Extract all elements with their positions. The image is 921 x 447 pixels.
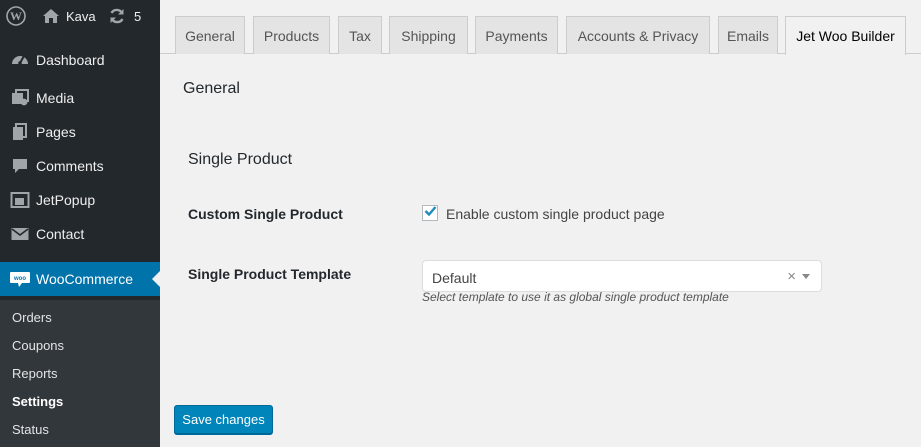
submenu-item-coupons[interactable]: Coupons <box>12 338 64 353</box>
site-name: Kava <box>66 8 96 24</box>
menu-item-label: Media <box>36 90 75 106</box>
comments-icon <box>0 156 36 176</box>
woocommerce-submenu: Orders Coupons Reports Settings Status <box>0 300 160 447</box>
menu-item-contact[interactable]: Contact <box>0 217 160 251</box>
tab-payments[interactable]: Payments <box>475 16 558 54</box>
admin-bar: W Kava 5 <box>0 0 160 32</box>
menu-item-dashboard[interactable]: Dashboard <box>0 43 160 77</box>
checkmark-icon <box>424 204 437 222</box>
tab-accounts-privacy[interactable]: Accounts & Privacy <box>566 16 710 54</box>
submenu-item-status[interactable]: Status <box>12 422 49 437</box>
tab-tax[interactable]: Tax <box>338 16 382 54</box>
menu-item-pages[interactable]: Pages <box>0 115 160 149</box>
select-value: Default <box>432 270 477 286</box>
template-description: Select template to use it as global sing… <box>422 290 729 304</box>
single-product-template-label: Single Product Template <box>188 266 352 282</box>
jetpopup-icon <box>0 190 36 210</box>
dashboard-icon <box>0 50 36 70</box>
custom-single-product-label: Custom Single Product <box>188 206 343 222</box>
tab-emails[interactable]: Emails <box>718 16 778 54</box>
updates-icon <box>108 7 126 25</box>
tab-jet-woo-builder[interactable]: Jet Woo Builder <box>785 16 906 55</box>
admin-sidebar: W Kava 5 Dashboard Media Pages Comments … <box>0 0 160 447</box>
custom-single-product-checkbox[interactable] <box>422 205 438 221</box>
chevron-down-icon[interactable] <box>802 274 810 279</box>
tab-general[interactable]: General <box>175 16 245 54</box>
menu-item-media[interactable]: Media <box>0 81 160 115</box>
submenu-item-settings[interactable]: Settings <box>12 394 63 409</box>
settings-tabs: General Products Tax Shipping Payments A… <box>160 0 921 55</box>
updates-link[interactable]: 5 <box>108 0 141 32</box>
wordpress-logo-icon[interactable]: W <box>6 0 26 32</box>
page-heading: General <box>183 80 240 97</box>
menu-item-label: JetPopup <box>36 192 96 208</box>
tab-products[interactable]: Products <box>253 16 330 54</box>
menu-item-comments[interactable]: Comments <box>0 149 160 183</box>
submenu-item-reports[interactable]: Reports <box>12 366 58 381</box>
pages-icon <box>0 122 36 142</box>
woocommerce-icon: woo <box>0 269 36 289</box>
media-icon <box>0 88 36 108</box>
menu-item-label: Dashboard <box>36 52 105 68</box>
mail-icon <box>0 224 36 244</box>
menu-item-jetpopup[interactable]: JetPopup <box>0 183 160 217</box>
tab-shipping[interactable]: Shipping <box>389 16 468 54</box>
section-heading: Single Product <box>188 151 293 168</box>
menu-item-label: Contact <box>36 226 85 242</box>
svg-text:W: W <box>10 9 22 23</box>
updates-count: 5 <box>134 8 142 24</box>
svg-text:woo: woo <box>13 276 26 282</box>
home-icon <box>42 8 60 24</box>
save-changes-button[interactable]: Save changes <box>174 405 273 434</box>
clear-selection-icon[interactable]: × <box>787 268 796 285</box>
menu-item-label: Comments <box>36 158 104 174</box>
menu-item-woocommerce[interactable]: woo WooCommerce <box>0 262 160 296</box>
single-product-template-select[interactable]: Default × <box>422 260 822 292</box>
checkbox-label[interactable]: Enable custom single product page <box>446 206 665 222</box>
menu-item-label: Pages <box>36 124 76 140</box>
menu-item-label: WooCommerce <box>36 271 133 287</box>
submenu-item-orders[interactable]: Orders <box>12 310 52 325</box>
site-name-link[interactable]: Kava <box>42 0 96 32</box>
